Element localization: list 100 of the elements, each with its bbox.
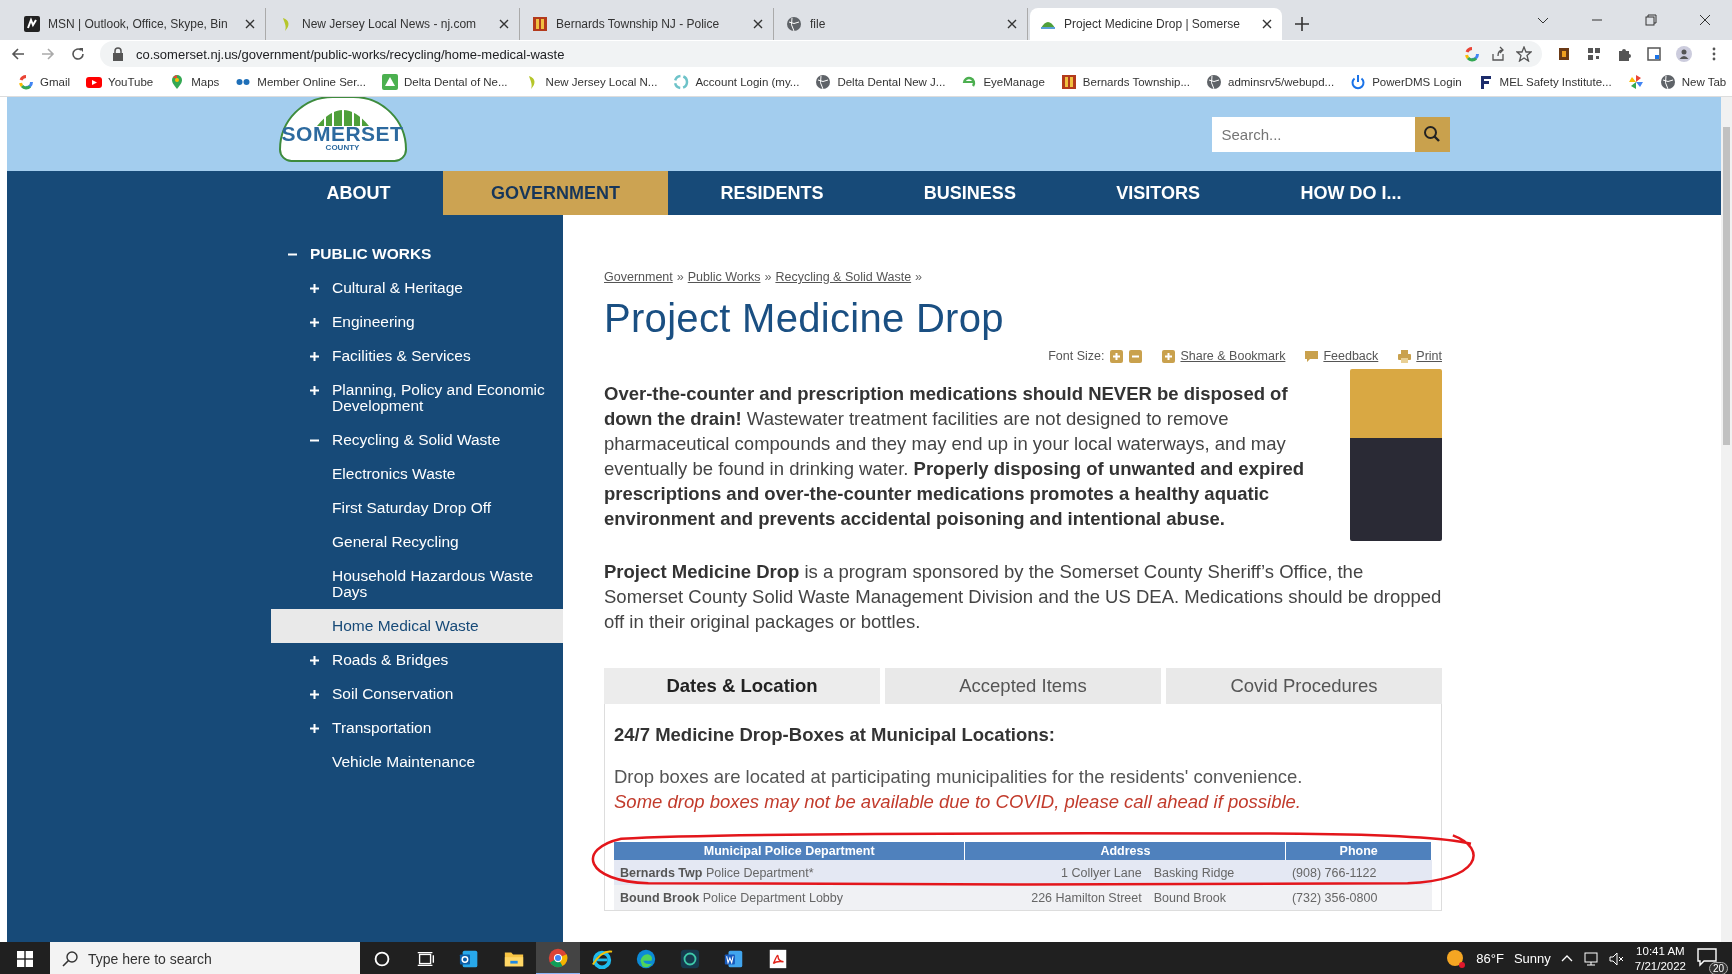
column-header: Phone [1285,842,1432,860]
county-logo[interactable]: SOMERSET COUNTY [278,97,407,162]
back-icon[interactable] [10,46,26,62]
bookmark[interactable]: Gmail [18,74,71,90]
bookmark[interactable]: Delta Dental of Ne... [382,74,508,90]
plus-icon[interactable] [310,656,319,665]
close-icon[interactable] [1262,19,1272,29]
breadcrumb-link[interactable]: Government [604,270,673,284]
share-icon[interactable] [1490,46,1506,62]
plus-icon[interactable] [310,284,319,293]
sidebar-item[interactable]: Vehicle Maintenance [271,745,563,779]
network-icon[interactable] [1582,950,1599,967]
breadcrumb-link[interactable]: Public Works [687,270,761,284]
sidebar-item[interactable]: Engineering [271,305,563,339]
close-icon[interactable] [245,19,255,29]
panel-text: Drop boxes are located at participating municipalities for the residents' convenience. [614,765,1304,789]
close-icon[interactable] [1007,19,1017,29]
sidebar-item[interactable]: Planning, Policy and Economic Development [271,373,563,423]
bookmark[interactable] [1627,74,1644,90]
bookmark[interactable]: Bernards Township... [1060,74,1190,90]
sidebar-item[interactable]: Roads & Bridges [271,643,563,677]
tool-link[interactable]: Share & Bookmark [1162,349,1286,363]
tool-link[interactable]: Feedback [1305,349,1379,363]
address-bar[interactable]: co.somerset.nj.us/government/public-works/recycling/home-medical-waste [100,41,1542,67]
close-icon[interactable] [499,19,509,29]
nav-link[interactable]: RESIDENTS [672,171,872,215]
puzzle-icon[interactable] [1616,46,1632,62]
qr-code-icon[interactable] [1586,46,1602,62]
side-panel-icon[interactable] [1646,46,1662,62]
app-icon [547,946,569,969]
favicon-icon [86,74,103,90]
nav-link[interactable]: BUSINESS [875,171,1064,215]
bookmark[interactable]: Member Online Ser... [235,74,366,90]
extension-icon[interactable] [1556,46,1572,62]
sun-icon [1446,948,1467,969]
favicon-icon [18,74,34,90]
table-cell: 1 Collyer Lane [964,860,1148,885]
sidebar-item[interactable]: General Recycling [271,525,563,559]
new-tab-icon[interactable] [1294,16,1310,32]
favicon-icon [1627,74,1644,90]
sidebar-item[interactable]: Facilities & Services [271,339,563,373]
tool-link[interactable]: Print [1398,349,1442,363]
taskbar-search-field[interactable]: Type here to search [50,942,360,974]
bookmark[interactable]: Maps [169,74,220,90]
bookmark[interactable]: New Tab [1659,74,1727,90]
search-button[interactable] [1414,116,1450,152]
sidebar-item[interactable]: First Saturday Drop Off [271,491,563,525]
app-icon [635,947,657,970]
plus-icon[interactable] [310,386,319,395]
content-tab[interactable]: Dates & Location [604,668,880,704]
profile-icon[interactable] [1676,46,1692,62]
browser-tab[interactable]: Project Medicine Drop | Somerse [1030,8,1282,40]
sidebar-item[interactable]: Electronics Waste [271,457,563,491]
nav-link[interactable]: GOVERNMENT [442,171,668,215]
favicon-icon [24,16,40,32]
search-icon [62,950,78,967]
content-tab[interactable]: Accepted Items [885,668,1161,704]
nav-link[interactable]: VISITORS [1068,171,1249,215]
search-field[interactable]: Search... [1211,116,1415,152]
bookmark[interactable]: PowerDMS Login [1350,74,1462,90]
favicon-icon [673,74,690,90]
plus-icon[interactable] [310,318,319,327]
close-icon[interactable] [1698,13,1712,27]
plus-icon[interactable] [310,690,319,699]
column-header: Municipal Police Department [614,842,965,860]
sidebar-item[interactable]: PUBLIC WORKS [271,237,563,271]
bookmark[interactable]: Account Login (my... [673,74,800,90]
covid-notice: Some drop boxes may not be available due to COVID, please call ahead if possible. [614,790,1302,814]
bookmark[interactable]: EyeManage [961,74,1045,90]
favicon-icon [786,16,802,32]
bookmark[interactable]: YouTube [86,74,154,90]
scrollbar[interactable] [1721,97,1732,942]
nav-link[interactable]: HOW DO I... [1252,171,1450,215]
plus-icon[interactable] [310,724,319,733]
clock[interactable]: 10:41 AM 7/21/2022 [1634,943,1686,974]
bookmark[interactable]: Delta Dental New J... [815,74,946,90]
reload-icon[interactable] [70,46,86,62]
sidebar-item[interactable]: Soil Conservation [271,677,563,711]
plus-icon[interactable] [310,352,319,361]
star-icon[interactable] [1516,46,1532,62]
favicon-icon [1659,74,1676,90]
sidebar-item[interactable]: Transportation [271,711,563,745]
sidebar-item[interactable]: Cultural & Heritage [271,271,563,305]
content-tab[interactable]: Covid Procedures [1166,668,1442,704]
bookmark[interactable]: MEL Safety Institute... [1477,74,1612,90]
muted-speaker-icon[interactable] [1608,950,1625,967]
sidebar-item[interactable]: Household Hazardous Waste Days [271,559,563,609]
restore-icon[interactable] [1644,13,1658,27]
sidebar-item[interactable]: Home Medical Waste [271,609,563,643]
plus-icon [1162,349,1176,363]
close-icon[interactable] [753,19,763,29]
bookmark[interactable]: adminsrv5/webupd... [1206,74,1335,90]
sidebar-item[interactable]: Recycling & Solid Waste [271,423,563,457]
font-size-label: Font Size: [1048,349,1105,363]
nav-link[interactable]: ABOUT [278,171,439,215]
lock-icon[interactable] [110,46,126,62]
bookmark[interactable]: New Jersey Local N... [523,74,658,90]
breadcrumb-separator: » [764,270,772,284]
breadcrumb-link[interactable]: Recycling & Solid Waste [775,270,912,284]
google-icon[interactable] [1464,46,1480,62]
